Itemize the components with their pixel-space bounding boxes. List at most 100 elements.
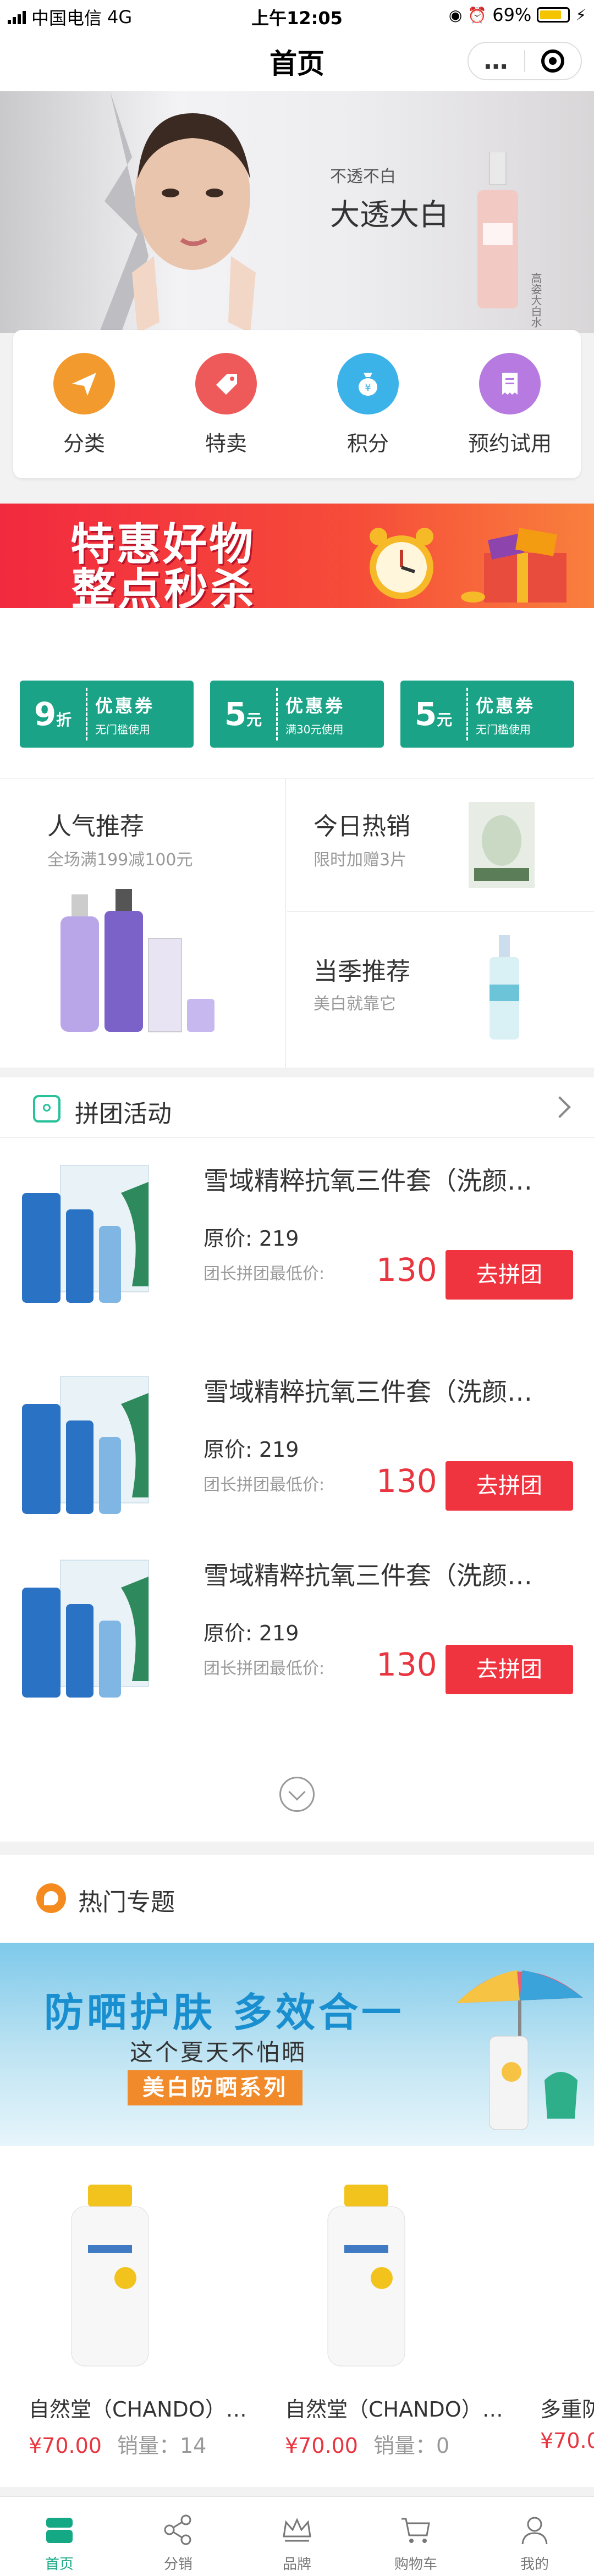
seckill-line2: 整点秒杀	[72, 564, 256, 608]
popular-product-image	[61, 889, 215, 1032]
more-menu-button[interactable]: …	[469, 42, 524, 80]
share-icon	[164, 2514, 191, 2545]
toner-bottle-image	[477, 152, 518, 308]
group-item[interactable]: 雪域精粹抗氧三件套（洗颜… 原价: 219 团长拼团最低价: 130 去拼团	[0, 1349, 594, 1541]
recommend-section: 人气推荐 全场满199减100元 今日热销 限时加赠3片 当季推荐 美白就靠它	[0, 778, 594, 1068]
recommend-title: 当季推荐	[314, 958, 410, 986]
quick-item-label: 特卖	[205, 432, 247, 456]
user-icon	[521, 2517, 548, 2545]
coupon-section: 9折 优惠券 无门槛使用 5元 优惠券 满30元使用 5元 优惠券 无门槛使用	[0, 608, 594, 778]
group-buy-header[interactable]: 拼团活动	[0, 1077, 594, 1138]
group-item[interactable]: 雪域精粹抗氧三件套（洗颜… 原价: 219 团长拼团最低价: 130 去拼团	[0, 1138, 594, 1330]
recommend-title: 今日热销	[314, 812, 410, 841]
quick-item-sale[interactable]: 特卖	[171, 353, 281, 478]
coupon-title: 优惠券	[95, 695, 155, 716]
hero-banner[interactable]: 不透不白 大透大白 高姿大白水	[0, 91, 594, 333]
hot-topics-section: 热门专题 防晒护肤 多效合一 这个夏天不怕晒 美白防晒系列 自然堂（CHANDO…	[0, 1855, 594, 2487]
leader-price-label: 团长拼团最低价:	[204, 1475, 325, 1495]
receipt-icon	[479, 353, 541, 414]
hero-headline: 大透大白	[330, 197, 449, 232]
product-name: 多重防	[540, 2397, 594, 2422]
product-card[interactable]: 自然堂（CHANDO）… ¥70.00 销量：14	[0, 2146, 248, 2487]
coupon-amount: 5元	[414, 695, 453, 733]
coupon-info: 优惠券 无门槛使用	[468, 692, 535, 737]
join-group-button[interactable]: 去拼团	[446, 1645, 573, 1694]
quick-item-category[interactable]: 分类	[29, 353, 139, 478]
tab-label: 分销	[163, 2556, 193, 2573]
recommend-sub: 全场满199减100元	[47, 850, 193, 870]
sunscreen-product-image	[71, 2185, 149, 2367]
tab-mine[interactable]: 我的	[475, 2497, 594, 2576]
location-icon: ◉	[448, 5, 463, 24]
recommend-popular[interactable]: 人气推荐 全场满199减100元	[0, 779, 286, 1068]
recommend-hot-today[interactable]: 今日热销 限时加赠3片	[287, 779, 594, 912]
hero-tagline: 不透不白	[330, 167, 396, 186]
recommend-sub: 美白就靠它	[314, 994, 396, 1014]
coupon-card[interactable]: 9折 优惠券 无门槛使用	[20, 681, 194, 748]
money-bag-icon: ¥	[337, 353, 399, 414]
status-time: 上午12:05	[251, 8, 343, 29]
coupon-desc: 无门槛使用	[95, 722, 150, 736]
banner-tag: 美白防晒系列	[128, 2070, 302, 2105]
coupon-desc: 满30元使用	[285, 722, 344, 736]
product-price: ¥70.00 销量：14	[29, 2434, 207, 2458]
tab-cart[interactable]: 购物车	[356, 2497, 475, 2576]
sunscreen-banner[interactable]: 防晒护肤 多效合一 这个夏天不怕晒 美白防晒系列	[0, 1943, 594, 2146]
tab-home[interactable]: 首页	[0, 2497, 119, 2576]
group-price: 130	[376, 1646, 437, 1683]
tab-distribution[interactable]: 分销	[119, 2497, 238, 2576]
group-buy-section: 拼团活动 雪域精粹抗氧三件套（洗颜… 原价: 219 团长拼团最低价: 130 …	[0, 1077, 594, 1842]
alarm-clock-icon	[370, 528, 433, 599]
product-name: 自然堂（CHANDO）…	[29, 2397, 247, 2422]
hero-product-name: 高姿大白水	[529, 273, 542, 328]
original-price: 原价: 219	[204, 1438, 299, 1462]
group-item[interactable]: 雪域精粹抗氧三件套（洗颜… 原价: 219 团长拼团最低价: 130 去拼团	[0, 1533, 594, 1725]
leader-price-label: 团长拼团最低价:	[204, 1264, 325, 1284]
product-price: ¥70.00 销量：0	[285, 2434, 450, 2458]
coupon-title: 优惠券	[476, 695, 536, 716]
close-miniprogram-button[interactable]	[525, 49, 581, 73]
product-sales: 销量：14	[117, 2434, 207, 2458]
quick-item-label: 积分	[346, 432, 389, 456]
tab-bar: 首页 分销 品牌 购物车 我的	[0, 2496, 594, 2576]
status-bar: 中国电信 4G 上午12:05 ◉ ⏰ 69% ⚡	[0, 0, 594, 30]
home-icon	[46, 2518, 73, 2543]
product-card[interactable]: 自然堂（CHANDO）… ¥70.00 销量：0	[256, 2146, 504, 2487]
section-title: 热门专题	[78, 1888, 175, 1916]
tab-label: 首页	[45, 2556, 74, 2573]
coupon-card[interactable]: 5元 优惠券 满30元使用	[210, 681, 384, 748]
quick-item-trial[interactable]: 预约试用	[455, 353, 565, 478]
hero-copy: 不透不白 大透大白	[330, 163, 449, 234]
crown-icon	[283, 2518, 311, 2542]
product-card[interactable]: 多重防 ¥70.0	[512, 2146, 594, 2487]
recommend-title: 人气推荐	[47, 812, 144, 841]
mask-pack-image	[469, 802, 535, 888]
section-title: 拼团活动	[75, 1100, 172, 1128]
tab-brand[interactable]: 品牌	[238, 2497, 356, 2576]
coupon-info: 优惠券 无门槛使用	[87, 692, 155, 737]
miniprogram-capsule: …	[468, 42, 582, 80]
target-icon	[541, 49, 565, 73]
battery-icon	[537, 7, 570, 23]
coupon-title: 优惠券	[285, 695, 345, 716]
quick-item-label: 预约试用	[468, 432, 552, 456]
product-name: 自然堂（CHANDO）…	[285, 2397, 503, 2422]
coupon-amount: 5元	[224, 695, 262, 733]
product-image	[22, 1165, 149, 1303]
seckill-banner[interactable]: 特惠好物 整点秒杀	[0, 504, 594, 608]
recommend-sub: 限时加赠3片	[314, 850, 407, 870]
coupon-desc: 无门槛使用	[476, 722, 531, 736]
join-group-button[interactable]: 去拼团	[446, 1461, 573, 1511]
product-image	[22, 1560, 149, 1698]
home-page: 中国电信 4G 上午12:05 ◉ ⏰ 69% ⚡ 首页 … 不透不白 大透大白…	[0, 0, 594, 2576]
recommend-seasonal[interactable]: 当季推荐 美白就靠它	[287, 913, 594, 1068]
battery-percent: 69%	[492, 4, 532, 25]
join-group-button[interactable]: 去拼团	[446, 1250, 573, 1300]
send-icon	[53, 353, 115, 414]
expand-more-button[interactable]	[279, 1777, 315, 1812]
quick-item-points[interactable]: ¥ 积分	[313, 353, 423, 478]
group-price: 130	[376, 1462, 437, 1500]
coupon-card[interactable]: 5元 优惠券 无门槛使用	[400, 681, 574, 748]
hot-product-list: 自然堂（CHANDO）… ¥70.00 销量：14 自然堂（CHANDO）… ¥7…	[0, 2146, 594, 2487]
nav-bar: 首页 …	[0, 30, 594, 91]
